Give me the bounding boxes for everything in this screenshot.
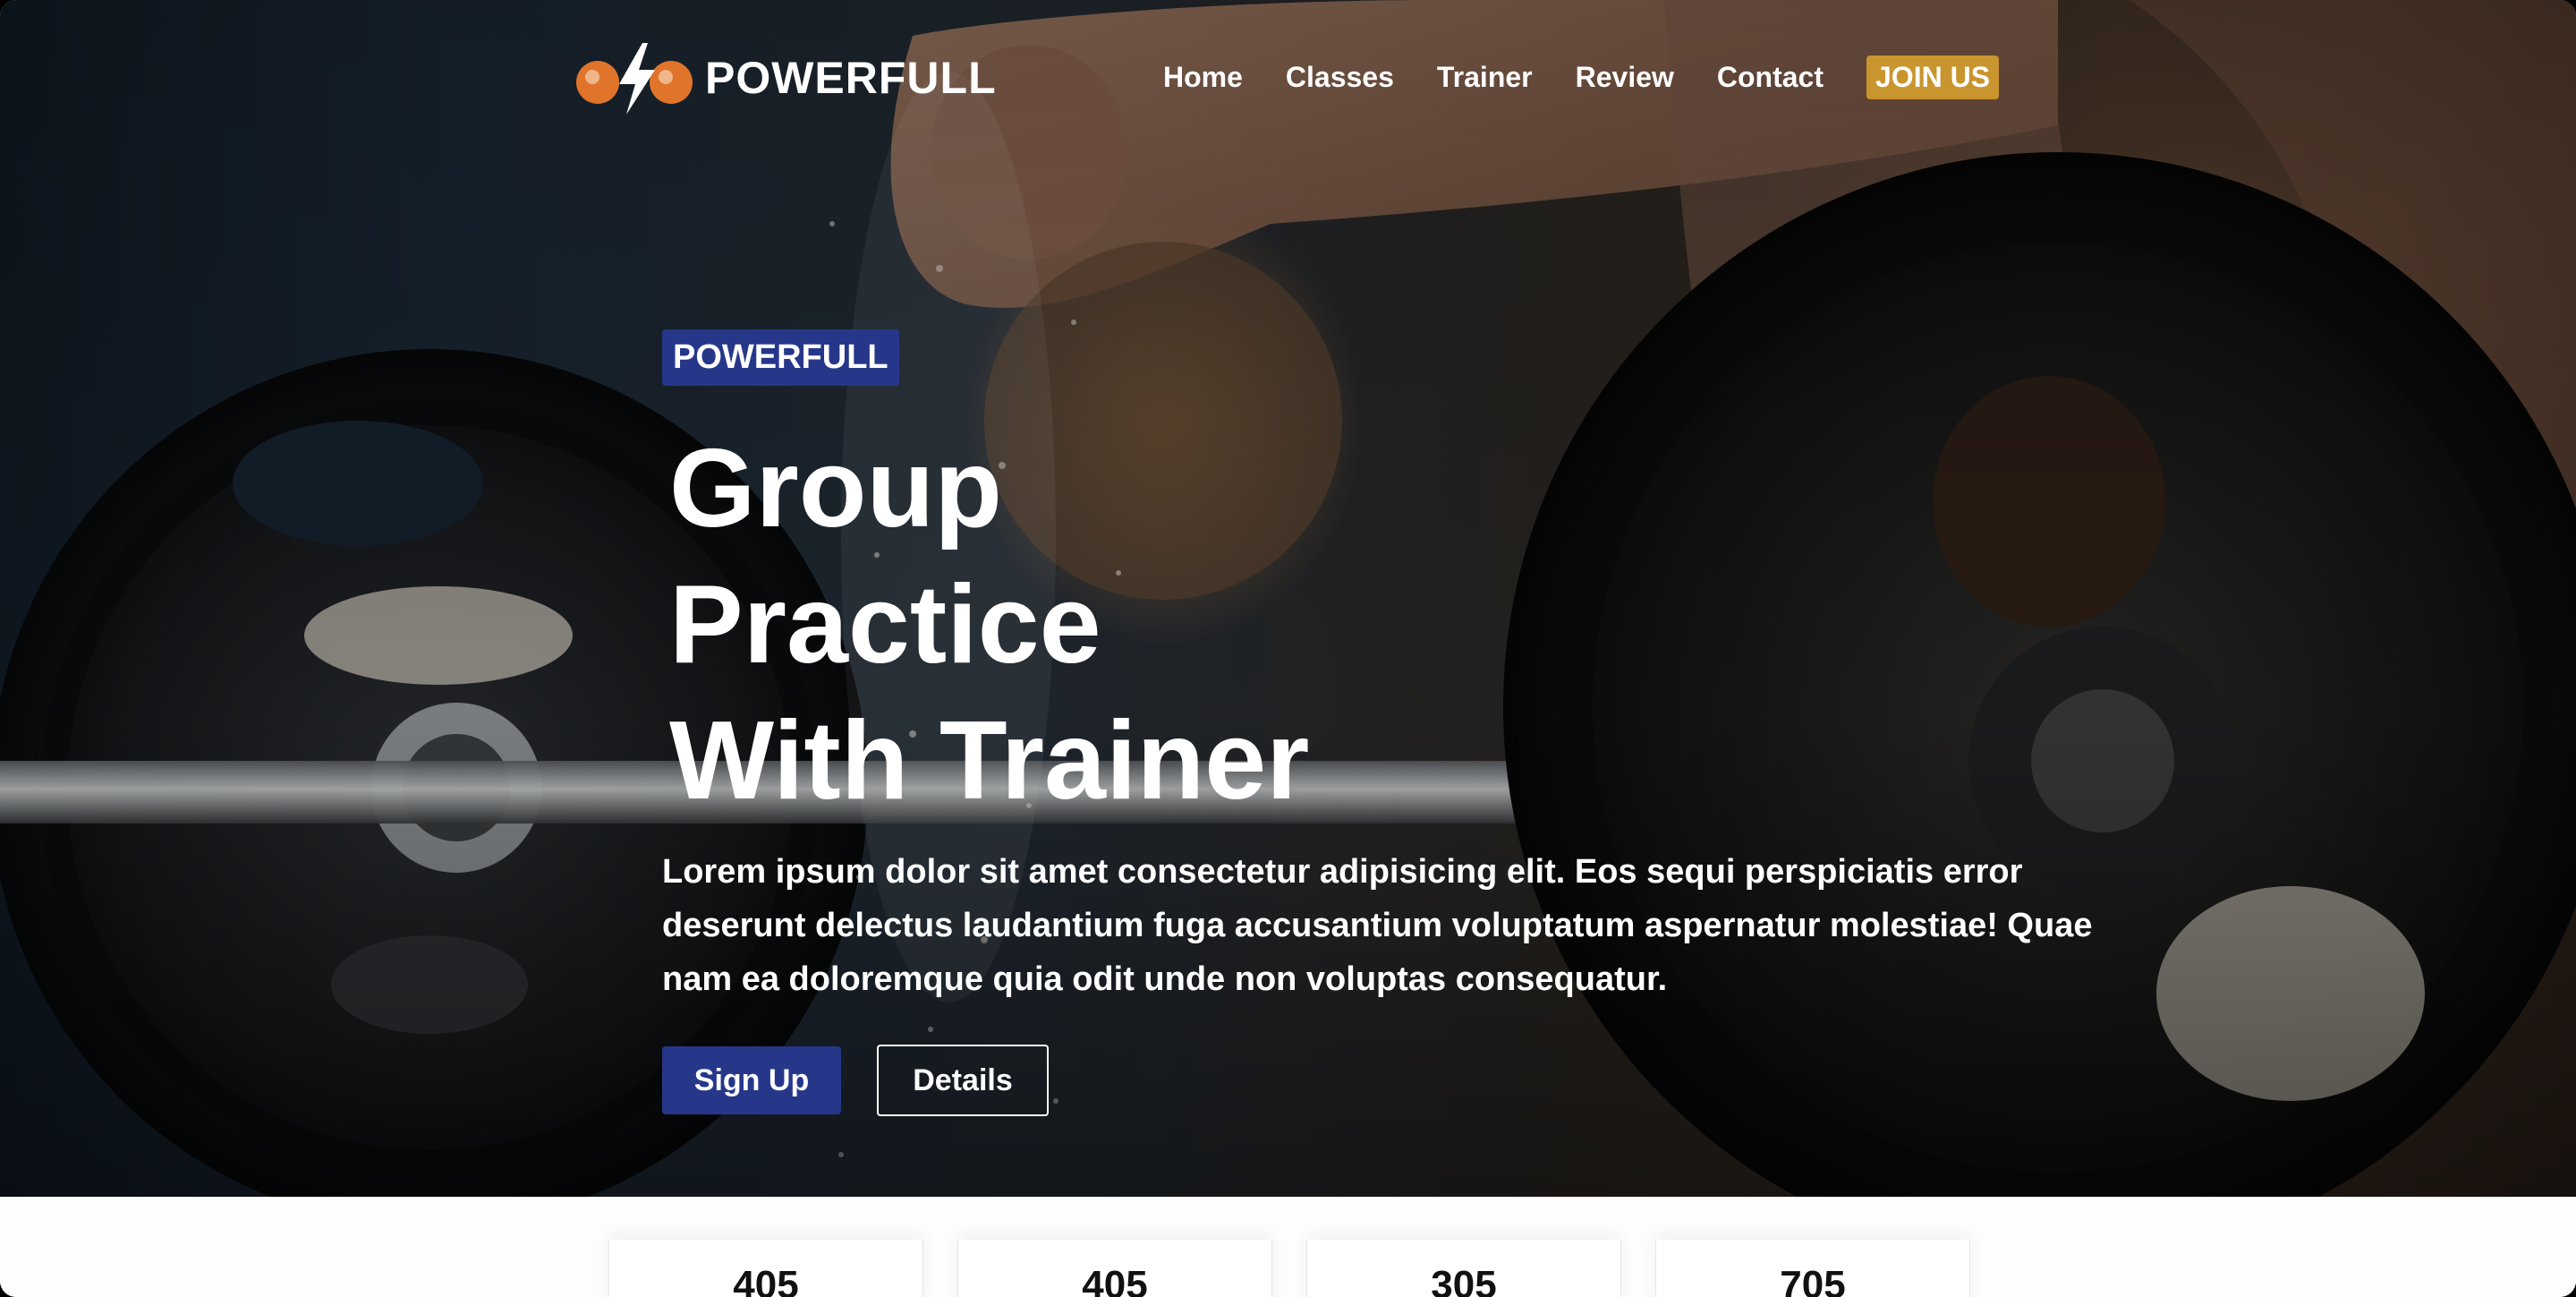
stat-card: 305 (1306, 1240, 1621, 1297)
hero-headline: Group Practice With Trainer (669, 421, 1309, 829)
headline-line-2: Practice (669, 563, 1101, 687)
brand-name: POWERFULL (705, 53, 997, 103)
stat-value: 705 (1780, 1263, 1846, 1297)
stat-card: 405 (957, 1240, 1272, 1297)
headline-line-1: Group (669, 427, 1002, 550)
stat-card: 405 (608, 1240, 923, 1297)
dumbbell-bolt-icon (573, 38, 698, 118)
brand-logo[interactable]: POWERFULL (573, 38, 997, 118)
join-us-button[interactable]: JOIN US (1866, 55, 2000, 99)
stat-value: 405 (1082, 1263, 1148, 1297)
stat-card: 705 (1655, 1240, 1970, 1297)
sign-up-button[interactable]: Sign Up (662, 1046, 841, 1114)
nav-link-classes[interactable]: Classes (1286, 61, 1394, 94)
nav-link-home[interactable]: Home (1163, 61, 1243, 94)
hero-section: POWERFULL Home Classes Trainer Review Co… (0, 0, 2576, 1197)
nav-link-trainer[interactable]: Trainer (1437, 61, 1533, 94)
headline-line-3: With Trainer (669, 699, 1310, 823)
main-nav: Home Classes Trainer Review Contact JOIN… (1163, 55, 2000, 99)
nav-link-contact[interactable]: Contact (1717, 61, 1824, 94)
stat-value: 405 (733, 1263, 799, 1297)
browser-viewport: POWERFULL Home Classes Trainer Review Co… (0, 0, 2576, 1297)
hero-description: Lorem ipsum dolor sit amet consectetur a… (662, 853, 2093, 998)
stat-value: 305 (1431, 1263, 1497, 1297)
nav-link-review[interactable]: Review (1576, 61, 1674, 94)
hero-badge: POWERFULL (662, 329, 899, 386)
details-button[interactable]: Details (877, 1045, 1049, 1116)
stats-section: 405 405 305 705 (0, 1197, 2576, 1297)
